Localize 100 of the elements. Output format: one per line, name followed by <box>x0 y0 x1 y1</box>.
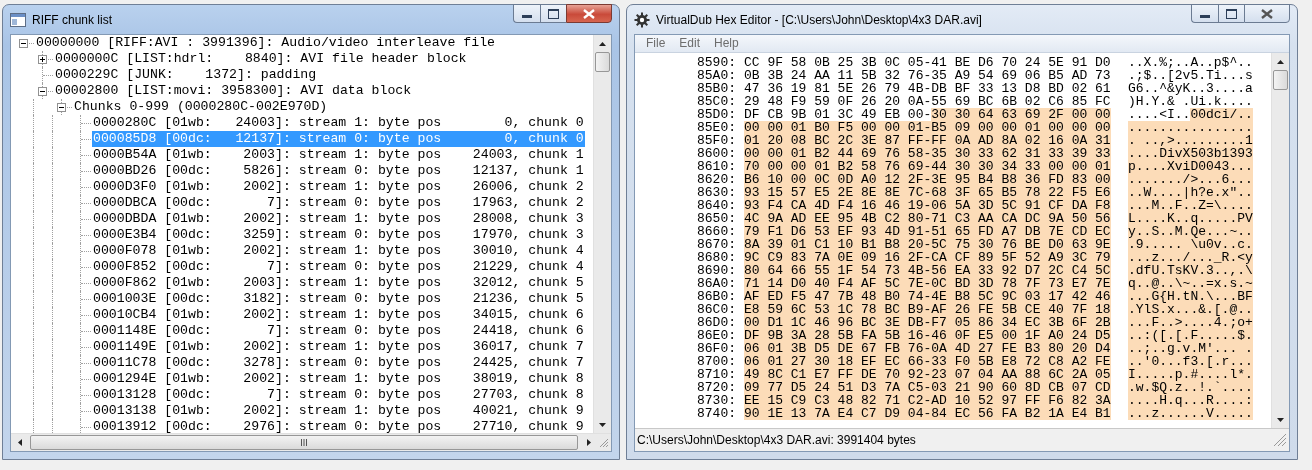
tree-item[interactable]: 0000BD26 [00dc: 5826]: stream 0: byte pos 12137, chunk 1 <box>92 163 585 179</box>
hex-bytes: 47 36 19 81 5E 26 79 4B-DB BF 33 13 D8 BD 02 61 <box>744 82 1111 95</box>
ascii-text: ..:([.[.F.....$. <box>1128 329 1254 342</box>
tree-item[interactable]: 0000229C [JUNK: 1372]: padding <box>54 67 318 83</box>
hex-bytes: 00 00 01 B2 44 69 76 58-35 30 33 62 31 33 39 33 <box>744 147 1111 160</box>
ascii-text: ...G{H.tN.\...BF <box>1128 290 1254 303</box>
hex-offset: 8600: <box>697 147 737 160</box>
hex-offset: 85F0: <box>697 134 737 147</box>
tree-item[interactable]: 0000F862 [01wb: 2003]: stream 1: byte pos 32012, chunk 5 <box>92 275 585 291</box>
hex-bytes: 93 15 57 E5 2E 8E 8E 7C-68 3F 65 B5 78 22 F5 E6 <box>744 186 1111 199</box>
tree-item[interactable]: 0000DBDA [01wb: 2002]: stream 1: byte pos 28008, chunk 3 <box>92 211 585 227</box>
collapse-icon[interactable] <box>38 87 47 96</box>
tree-item[interactable]: 00010CB4 [01wb: 2002]: stream 1: byte pos 34015, chunk 6 <box>92 307 585 323</box>
resize-grip-icon[interactable] <box>599 437 609 448</box>
hex-bytes: 49 8C C1 E7 FF DE 70 92-23 07 04 AA 88 6C 2A 05 <box>744 368 1111 381</box>
tree-item[interactable]: 0000280C [01wb: 24003]: stream 1: byte pos 0, chunk 0 <box>92 115 585 131</box>
ascii-text: ...z......V..... <box>1128 407 1254 420</box>
scroll-thumb[interactable] <box>595 52 610 72</box>
hex-offset: 8590: <box>697 56 737 69</box>
tree-item[interactable]: 00000000 [RIFF:AVI : 3991396]: Audio/video interleave file <box>35 35 496 51</box>
close-icon <box>583 8 595 19</box>
vertical-scrollbar[interactable] <box>1271 53 1289 428</box>
tree-item[interactable]: Chunks 0-999 (0000280C-002E970D) <box>73 99 329 115</box>
horizontal-scrollbar[interactable] <box>11 433 611 451</box>
hex-offset: 86C0: <box>697 303 737 316</box>
scroll-thumb[interactable] <box>1273 70 1288 90</box>
tree-item[interactable]: 00013128 [00dc: 7]: stream 0: byte pos 27703, chunk 8 <box>92 387 585 403</box>
minimize-icon <box>522 15 532 18</box>
menu-item[interactable]: File <box>639 35 673 52</box>
ascii-text: ...z.../..._R.<y <box>1128 251 1254 264</box>
expand-icon[interactable] <box>38 55 47 64</box>
menu-item[interactable]: Edit <box>672 35 708 52</box>
hex-bytes: 0B 3B 24 AA 11 5B 32 76-35 A9 54 69 06 B5 AD 73 <box>744 69 1111 82</box>
menu-item[interactable]: Help <box>707 35 746 52</box>
tree-item[interactable]: 0001003E [00dc: 3182]: stream 0: byte pos 21236, chunk 5 <box>92 291 585 307</box>
tree-item[interactable]: 0000000C [LIST:hdrl: 8840]: AVI file header block <box>54 51 468 67</box>
vertical-scrollbar[interactable] <box>593 35 611 433</box>
tree-item[interactable]: 0000E3B4 [00dc: 3259]: stream 0: byte pos 17970, chunk 3 <box>92 227 585 243</box>
ascii-text: ....DivX503b1393 <box>1128 147 1254 160</box>
hex-offset: 85A0: <box>697 69 737 82</box>
tree-item[interactable]: 00002800 [LIST:movi: 3958300]: AVI data block <box>54 83 413 99</box>
ascii-text: .9..... \u0v..c. <box>1128 238 1254 251</box>
tree-item[interactable]: 0000F078 [01wb: 2002]: stream 1: byte pos 30010, chunk 4 <box>92 243 585 259</box>
ascii-text: y..S..M.Qe...~.. <box>1128 225 1254 238</box>
ascii-text: p....XviD0043... <box>1128 160 1254 173</box>
hex-bytes: 90 1E 13 7A E4 C7 D9 04-84 EC 56 FA B2 1A E4 B1 <box>744 407 1111 420</box>
close-button[interactable] <box>566 4 612 23</box>
maximize-button[interactable] <box>540 4 566 23</box>
tree-item[interactable]: 00013912 [00dc: 2976]: stream 0: byte pos 27710, chunk 9 <box>92 419 585 433</box>
hex-offset: 86B0: <box>697 290 737 303</box>
gear-icon <box>634 11 650 28</box>
tree-item[interactable]: 0000B54A [01wb: 2003]: stream 1: byte pos 24003, chunk 1 <box>92 147 585 163</box>
ascii-text: ....H.q...R....: <box>1128 394 1254 407</box>
tree-item[interactable]: 0001149E [01wb: 2002]: stream 1: byte pos 36017, chunk 7 <box>92 339 585 355</box>
tree-item[interactable]: 0000F852 [00dc: 7]: stream 0: byte pos 21229, chunk 4 <box>92 259 585 275</box>
hex-offset: 8650: <box>697 212 737 225</box>
tree-item[interactable]: 0000DBCA [00dc: 7]: stream 0: byte pos 17963, chunk 2 <box>92 195 585 211</box>
scroll-thumb[interactable] <box>30 435 578 450</box>
minimize-button[interactable] <box>513 4 540 23</box>
hex-offset: 8720: <box>697 381 737 394</box>
tree-item[interactable]: 00013138 [01wb: 2002]: stream 1: byte pos 40021, chunk 9 <box>92 403 585 419</box>
minimize-button[interactable] <box>1191 4 1218 23</box>
ascii-text: q..@..\~..=x.s.~ <box>1128 277 1254 290</box>
hex-offset: 8660: <box>697 225 737 238</box>
ascii-text: .w.$Q.z..!.`.... <box>1128 381 1254 394</box>
hex-bytes: 06 01 27 30 18 EF EC 66-33 F0 5B E8 72 C8 A2 FE <box>744 355 1111 368</box>
hex-bytes: 8A 39 01 C1 10 B1 B8 20-5C 75 30 76 BE D0 63 9E <box>744 238 1111 251</box>
ascii-text: ....<I..00dci/.. <box>1128 108 1254 121</box>
close-icon <box>1261 8 1273 19</box>
hex-offset: 8740: <box>697 407 737 420</box>
hex-bytes: AF ED F5 47 7B 48 B0 74-4E B8 5C 9C 03 17 42 46 <box>744 290 1111 303</box>
ascii-text: ................ <box>1128 121 1254 134</box>
tree-item[interactable]: 00011C78 [00dc: 3278]: stream 0: byte pos 24425, chunk 7 <box>92 355 585 371</box>
maximize-button[interactable] <box>1218 4 1244 23</box>
ascii-text: ...F..>....4.;o+ <box>1128 316 1254 329</box>
tree-item[interactable]: 0001294E [01wb: 2002]: stream 1: byte pos 38019, chunk 8 <box>92 371 585 387</box>
hex-offset: 8710: <box>697 368 737 381</box>
resize-grip-icon[interactable] <box>1273 433 1287 447</box>
ascii-text: .YlS.x...&.[.@.. <box>1128 303 1254 316</box>
hex-offset: 85B0: <box>697 82 737 95</box>
hex-offset: 8680: <box>697 251 737 264</box>
hex-bytes: 80 64 66 55 1F 54 73 4B-56 EA 33 92 D7 2C C4 5C <box>744 264 1111 277</box>
hex-bytes: DF 9B 3A 28 5B FA 5B 16-46 0F E5 00 1F A0 24 D5 <box>744 329 1111 342</box>
hex-bytes: 01 20 08 BC 2C 3E 87 FF-FF 0A AD 8A 02 16 0A 31 <box>744 134 1111 147</box>
hex-offset: 8610: <box>697 160 737 173</box>
ascii-text: .;$..[2v5.Ti...s <box>1128 69 1254 82</box>
hex-bytes: 00 D1 1C 46 96 BC 3E DB-F7 05 86 34 EC 3B 6F 2B <box>744 316 1111 329</box>
hex-bytes: 70 00 00 01 B2 58 76 69-44 30 30 34 33 00 00 01 <box>744 160 1111 173</box>
ascii-text: ..W....|h?e.x".. <box>1128 186 1254 199</box>
tree-item[interactable]: 0001148E [00dc: 7]: stream 0: byte pos 24418, chunk 6 <box>92 323 585 339</box>
hex-bytes: CC 9F 58 0B 25 3B 0C 05-41 BE D6 70 24 5E 91 D0 <box>744 56 1111 69</box>
collapse-icon[interactable] <box>19 39 28 48</box>
collapse-icon[interactable] <box>57 103 66 112</box>
hex-bytes: 9C C9 83 7A 0E 09 16 2F-CA CF 89 5F 52 A9 3C 79 <box>744 251 1111 264</box>
tree-item[interactable]: 0000D3F0 [01wb: 2002]: stream 1: byte pos 26006, chunk 2 <box>92 179 585 195</box>
hex-offset: 8700: <box>697 355 737 368</box>
ascii-text: ..;..g.v.M'... . <box>1128 342 1254 355</box>
close-button[interactable] <box>1244 4 1290 23</box>
ascii-text: G6..^&yK..3....a <box>1128 82 1254 95</box>
hex-bytes: 29 48 F9 59 0F 26 20 0A-55 69 BC 6B 02 C6 85 FC <box>744 95 1111 108</box>
